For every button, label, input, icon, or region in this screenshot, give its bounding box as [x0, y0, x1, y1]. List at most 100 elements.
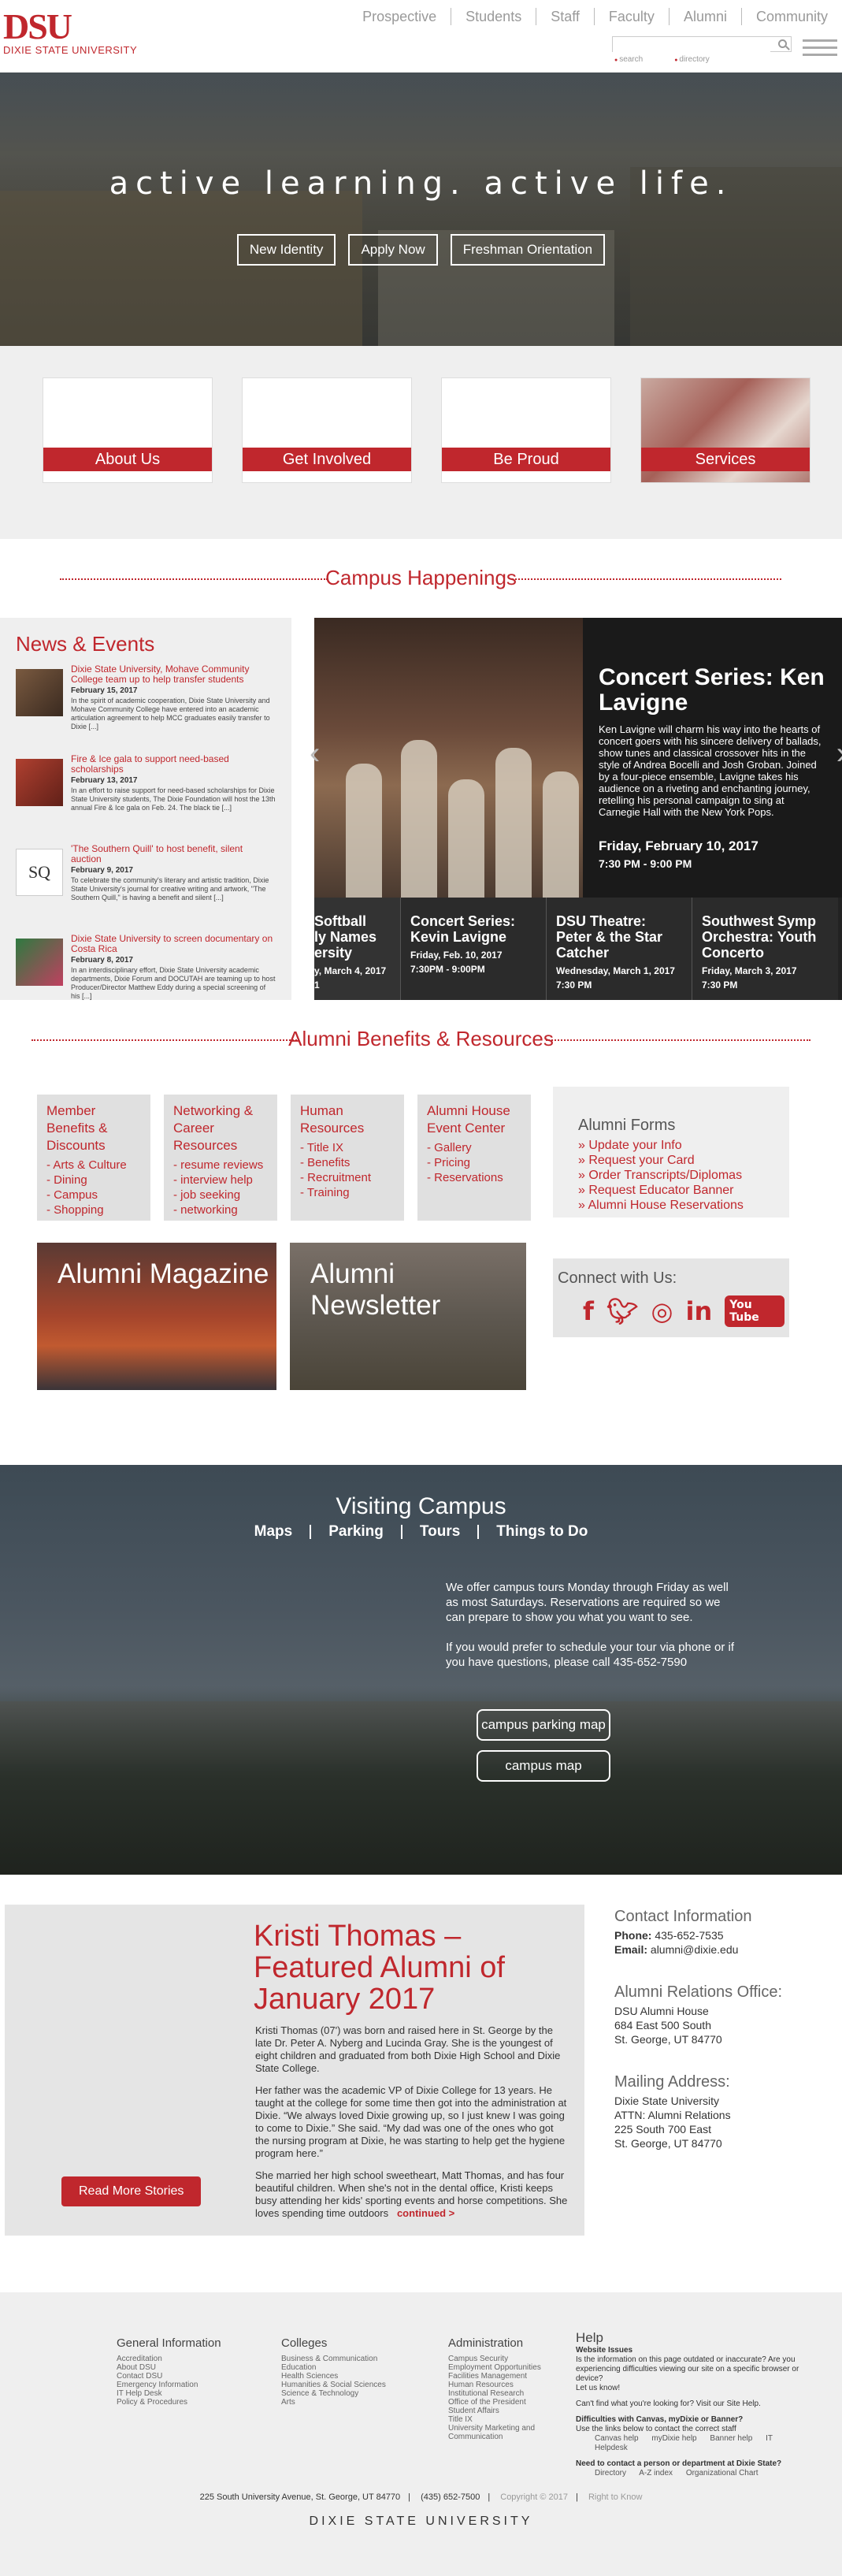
campus-parking-map-button[interactable]: campus parking map — [477, 1709, 610, 1741]
visit-nav-things-to-do[interactable]: Things to Do — [477, 1524, 605, 1539]
benefit-title[interactable]: Human Resources — [300, 1102, 395, 1137]
alumni-newsletter-tile[interactable]: Alumni Newsletter — [290, 1243, 526, 1390]
benefit-link[interactable]: Campus — [46, 1188, 141, 1203]
contact-email[interactable]: alumni@dixie.edu — [651, 1943, 739, 1956]
footer-link[interactable]: Business & Communication — [281, 2355, 386, 2363]
event-slot[interactable]: Southwest Symp Orchestra: Youth Concerto… — [692, 898, 838, 1000]
benefit-link[interactable]: Title IX — [300, 1140, 395, 1155]
nav-staff[interactable]: Staff — [536, 8, 594, 25]
mydixie-help-link[interactable]: myDixie help — [651, 2434, 696, 2443]
benefit-link[interactable]: Arts & Culture — [46, 1158, 141, 1173]
help-cant-find[interactable]: Can't find what you're looking for? Visi… — [576, 2399, 812, 2409]
card-services[interactable]: Services — [640, 377, 810, 483]
benefit-link[interactable]: Pricing — [427, 1155, 521, 1170]
slider-prev-icon[interactable]: ‹ — [310, 736, 320, 771]
benefit-title[interactable]: Member Benefits & Discounts — [46, 1102, 141, 1154]
footer-link[interactable]: Education — [281, 2363, 386, 2372]
footer-link[interactable]: Human Resources — [448, 2381, 551, 2389]
footer-link[interactable]: Policy & Procedures — [117, 2398, 221, 2407]
benefit-link[interactable]: Shopping — [46, 1203, 141, 1217]
banner-help-link[interactable]: Banner help — [710, 2434, 752, 2443]
news-headline[interactable]: Fire & Ice gala to support need-based sc… — [71, 754, 276, 775]
visit-nav-maps[interactable]: Maps — [237, 1524, 310, 1539]
footer-link[interactable]: Emergency Information — [117, 2381, 221, 2389]
news-headline[interactable]: Dixie State University to screen documen… — [71, 934, 276, 954]
news-item[interactable]: SQ 'The Southern Quill' to host benefit,… — [16, 844, 276, 923]
form-link[interactable]: Alumni House Reservations — [578, 1198, 789, 1213]
footer-link[interactable]: Title IX — [448, 2415, 551, 2424]
benefit-link[interactable]: Gallery — [427, 1140, 521, 1155]
benefit-link[interactable]: resume reviews — [173, 1158, 268, 1173]
nav-faculty[interactable]: Faculty — [593, 8, 669, 25]
card-be-proud[interactable]: Be Proud — [441, 377, 611, 483]
visit-nav-parking[interactable]: Parking — [310, 1524, 401, 1539]
linkedin-icon[interactable]: in — [685, 1296, 712, 1326]
event-title[interactable]: Concert Series: Ken Lavigne — [599, 665, 827, 716]
event-slot[interactable]: Softball ly Names ersity y, March 4, 201… — [314, 898, 401, 1000]
contact-phone[interactable]: 435-652-7535 — [655, 1929, 723, 1942]
event-slot[interactable]: DSU Theatre: Peter & the Star Catcher We… — [547, 898, 692, 1000]
nav-prospective[interactable]: Prospective — [348, 8, 451, 25]
benefit-link[interactable]: interview help — [173, 1173, 268, 1188]
campus-map-button[interactable]: campus map — [477, 1750, 610, 1782]
alumni-magazine-tile[interactable]: Alumni Magazine — [37, 1243, 276, 1390]
help-let-us-know[interactable]: Let us know! — [576, 2384, 812, 2393]
news-item[interactable]: Dixie State University, Mohave Community… — [16, 664, 276, 743]
canvas-help-link[interactable]: Canvas help — [595, 2434, 639, 2443]
benefit-link[interactable]: Dining — [46, 1173, 141, 1188]
footer-link[interactable]: Humanities & Social Sciences — [281, 2381, 386, 2389]
facebook-icon[interactable]: f — [583, 1296, 594, 1326]
twitter-icon[interactable]: 🐦︎ — [606, 1296, 639, 1326]
footer-link[interactable]: Institutional Research — [448, 2389, 551, 2398]
continued-link[interactable]: continued > — [397, 2207, 454, 2219]
org-chart-link[interactable]: Organizational Chart — [686, 2469, 759, 2477]
apply-now-button[interactable]: Apply Now — [348, 234, 438, 266]
nav-alumni[interactable]: Alumni — [668, 8, 741, 25]
instagram-icon[interactable]: ◎ — [651, 1296, 673, 1326]
footer-link[interactable]: University Marketing and Communication — [448, 2424, 551, 2441]
nav-students[interactable]: Students — [451, 8, 536, 25]
search-option-directory[interactable]: directory — [674, 55, 709, 64]
card-get-involved[interactable]: Get Involved — [242, 377, 412, 483]
footer-link[interactable]: Science & Technology — [281, 2389, 386, 2398]
benefit-title[interactable]: Networking & Career Resources — [173, 1102, 268, 1154]
footer-link[interactable]: Campus Security — [448, 2355, 551, 2363]
footer-link[interactable]: Health Sciences — [281, 2372, 386, 2381]
footer-link[interactable]: Contact DSU — [117, 2372, 221, 2381]
search-input[interactable] — [613, 38, 770, 52]
benefit-link[interactable]: Benefits — [300, 1155, 395, 1170]
footer-link[interactable]: Accreditation — [117, 2355, 221, 2363]
search-icon[interactable] — [778, 39, 787, 48]
read-more-stories-button[interactable]: Read More Stories — [61, 2176, 202, 2206]
form-link[interactable]: Request Educator Banner — [578, 1183, 789, 1198]
nav-community[interactable]: Community — [740, 8, 842, 25]
freshman-orientation-button[interactable]: Freshman Orientation — [450, 234, 606, 266]
youtube-icon[interactable]: You Tube — [725, 1295, 785, 1327]
dsu-logo[interactable]: DSU DIXIE STATE UNIVERSITY — [3, 9, 137, 57]
benefit-link[interactable]: networking — [173, 1203, 268, 1217]
benefit-link[interactable]: Recruitment — [300, 1170, 395, 1185]
a-z-index-link[interactable]: A-Z index — [639, 2469, 673, 2477]
footer-link[interactable]: Arts — [281, 2398, 386, 2407]
footer-link[interactable]: IT Help Desk — [117, 2389, 221, 2398]
footer-link[interactable]: Employment Opportunities — [448, 2363, 551, 2372]
slider-next-icon[interactable]: › — [836, 736, 842, 771]
event-slot[interactable]: Concert Series: Kevin Lavigne Friday, Fe… — [401, 898, 547, 1000]
form-link[interactable]: Request your Card — [578, 1153, 789, 1168]
directory-link[interactable]: Directory — [595, 2469, 626, 2477]
benefit-link[interactable]: job seeking — [173, 1188, 268, 1203]
footer-link[interactable]: Facilities Management — [448, 2372, 551, 2381]
search-option-search[interactable]: search — [614, 55, 643, 64]
benefit-title[interactable]: Alumni House Event Center — [427, 1102, 521, 1137]
benefit-link[interactable]: Training — [300, 1185, 395, 1200]
footer-link[interactable]: About DSU — [117, 2363, 221, 2372]
news-headline[interactable]: Dixie State University, Mohave Community… — [71, 664, 276, 685]
card-about-us[interactable]: About Us — [43, 377, 213, 483]
news-item[interactable]: Fire & Ice gala to support need-based sc… — [16, 754, 276, 833]
menu-icon[interactable] — [803, 35, 837, 61]
news-headline[interactable]: 'The Southern Quill' to host benefit, si… — [71, 844, 276, 864]
form-link[interactable]: Order Transcripts/Diplomas — [578, 1168, 789, 1183]
new-identity-button[interactable]: New Identity — [236, 234, 336, 266]
form-link[interactable]: Update your Info — [578, 1138, 789, 1153]
footer-link[interactable]: Student Affairs — [448, 2407, 551, 2415]
